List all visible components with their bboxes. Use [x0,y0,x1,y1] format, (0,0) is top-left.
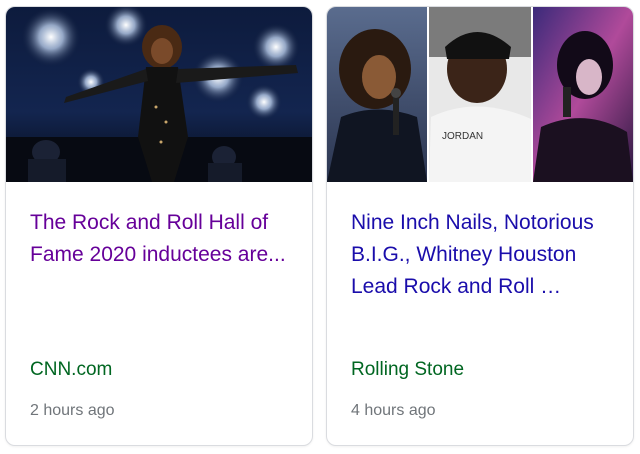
shirt-text: JORDAN [442,131,483,142]
headline-link[interactable]: Nine Inch Nails, Notorious B.I.G., Whitn… [351,207,619,303]
source-name: Rolling Stone [351,359,465,380]
news-card-2[interactable]: JORDAN Nine Inch Nails, Notorious B.I.G.… [326,6,634,446]
news-thumbnail[interactable] [6,7,312,182]
timestamp: 4 hours ago [351,402,436,419]
news-thumbnail[interactable]: JORDAN [327,7,633,182]
timestamp: 2 hours ago [30,402,115,419]
news-card-1[interactable]: The Rock and Roll Hall of Fame 2020 indu… [5,6,313,446]
source-name: CNN.com [30,359,113,380]
artist-collage-photo: JORDAN [327,7,633,182]
concert-stage-photo [6,7,312,182]
headline-link[interactable]: The Rock and Roll Hall of Fame 2020 indu… [30,207,298,271]
